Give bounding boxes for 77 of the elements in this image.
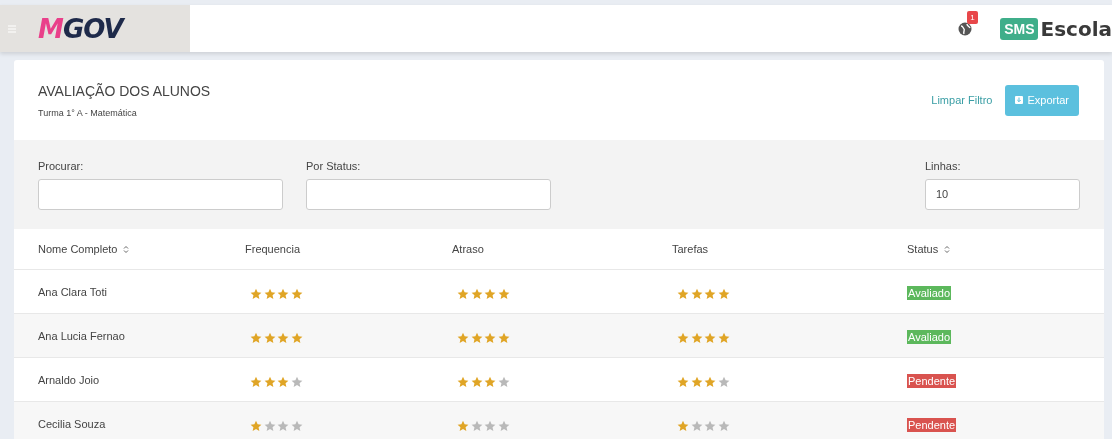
star-icon	[277, 375, 289, 388]
star-icon	[717, 419, 730, 432]
star-icon	[290, 331, 303, 344]
sort-icon[interactable]	[944, 244, 951, 254]
star-icon	[250, 331, 262, 344]
star-icon	[250, 287, 262, 300]
brand-name: Escola	[1040, 16, 1112, 41]
star-icon	[457, 331, 469, 344]
star-icon	[497, 419, 510, 432]
sort-icon[interactable]	[123, 244, 130, 254]
star-icon	[277, 331, 289, 344]
status-label: Avaliado	[907, 285, 951, 300]
star-icon	[263, 419, 276, 432]
star-icon	[484, 287, 496, 300]
status-label: Avaliado	[907, 329, 951, 344]
student-name: Ana Clara Toti	[38, 285, 108, 298]
column-header: Atraso	[452, 243, 485, 255]
star-icon	[690, 331, 703, 344]
star-icon	[717, 331, 730, 344]
star-icon	[497, 287, 510, 300]
column-header[interactable]: Nome Completo	[38, 243, 245, 255]
star-icon	[263, 331, 276, 344]
star-icon	[704, 419, 716, 432]
download-icon	[1015, 96, 1024, 104]
status-label: Pendente	[907, 417, 957, 432]
star-icon	[484, 375, 496, 388]
brand-badge: SMS	[1000, 17, 1039, 40]
filter-label: Procurar:	[38, 159, 85, 172]
globe-icon[interactable]	[958, 21, 973, 36]
star-icon	[677, 331, 689, 344]
star-icon	[677, 375, 689, 388]
notification-badge: 1	[967, 11, 978, 24]
star-icon	[263, 375, 276, 388]
column-header[interactable]: Status	[907, 243, 1104, 255]
column-header: Frequencia	[245, 243, 302, 255]
filter-field[interactable]	[306, 178, 551, 210]
star-icon	[690, 419, 703, 432]
column-header: Tarefas	[672, 243, 710, 255]
star-icon	[290, 375, 303, 388]
star-icon	[250, 375, 262, 388]
filter-field[interactable]: 10	[925, 178, 1080, 210]
student-name: Ana Lucia Fernao	[38, 329, 126, 342]
filter-label: Linhas:	[925, 159, 962, 172]
star-icon	[457, 287, 469, 300]
star-icon	[290, 419, 303, 432]
page-title: AVALIAÇÃO DOS ALUNOS	[38, 82, 212, 99]
star-icon	[457, 419, 469, 432]
star-icon	[484, 419, 496, 432]
filter-field[interactable]	[38, 178, 283, 210]
student-name: Cecilia Souza	[38, 417, 107, 430]
star-icon	[690, 287, 703, 300]
star-icon	[704, 287, 716, 300]
star-icon	[677, 287, 689, 300]
star-icon	[277, 287, 289, 300]
star-icon	[470, 419, 483, 432]
star-icon	[497, 375, 510, 388]
star-icon	[704, 331, 716, 344]
star-icon	[470, 375, 483, 388]
page-subtitle: Turma 1° A - Matemática	[38, 107, 138, 118]
star-icon	[690, 375, 703, 388]
star-icon	[717, 287, 730, 300]
logo: MGOV	[38, 13, 123, 44]
star-icon	[484, 331, 496, 344]
star-icon	[470, 331, 483, 344]
filter-label: Por Status:	[306, 159, 362, 172]
star-icon	[277, 419, 289, 432]
star-icon	[263, 287, 276, 300]
star-icon	[290, 287, 303, 300]
star-icon	[457, 375, 469, 388]
status-label: Pendente	[907, 373, 957, 388]
star-icon	[704, 375, 716, 388]
student-name: Arnaldo Joio	[38, 373, 101, 386]
star-icon	[497, 331, 510, 344]
star-icon	[677, 419, 689, 432]
star-icon	[717, 375, 730, 388]
star-icon	[470, 287, 483, 300]
star-icon	[250, 419, 262, 432]
